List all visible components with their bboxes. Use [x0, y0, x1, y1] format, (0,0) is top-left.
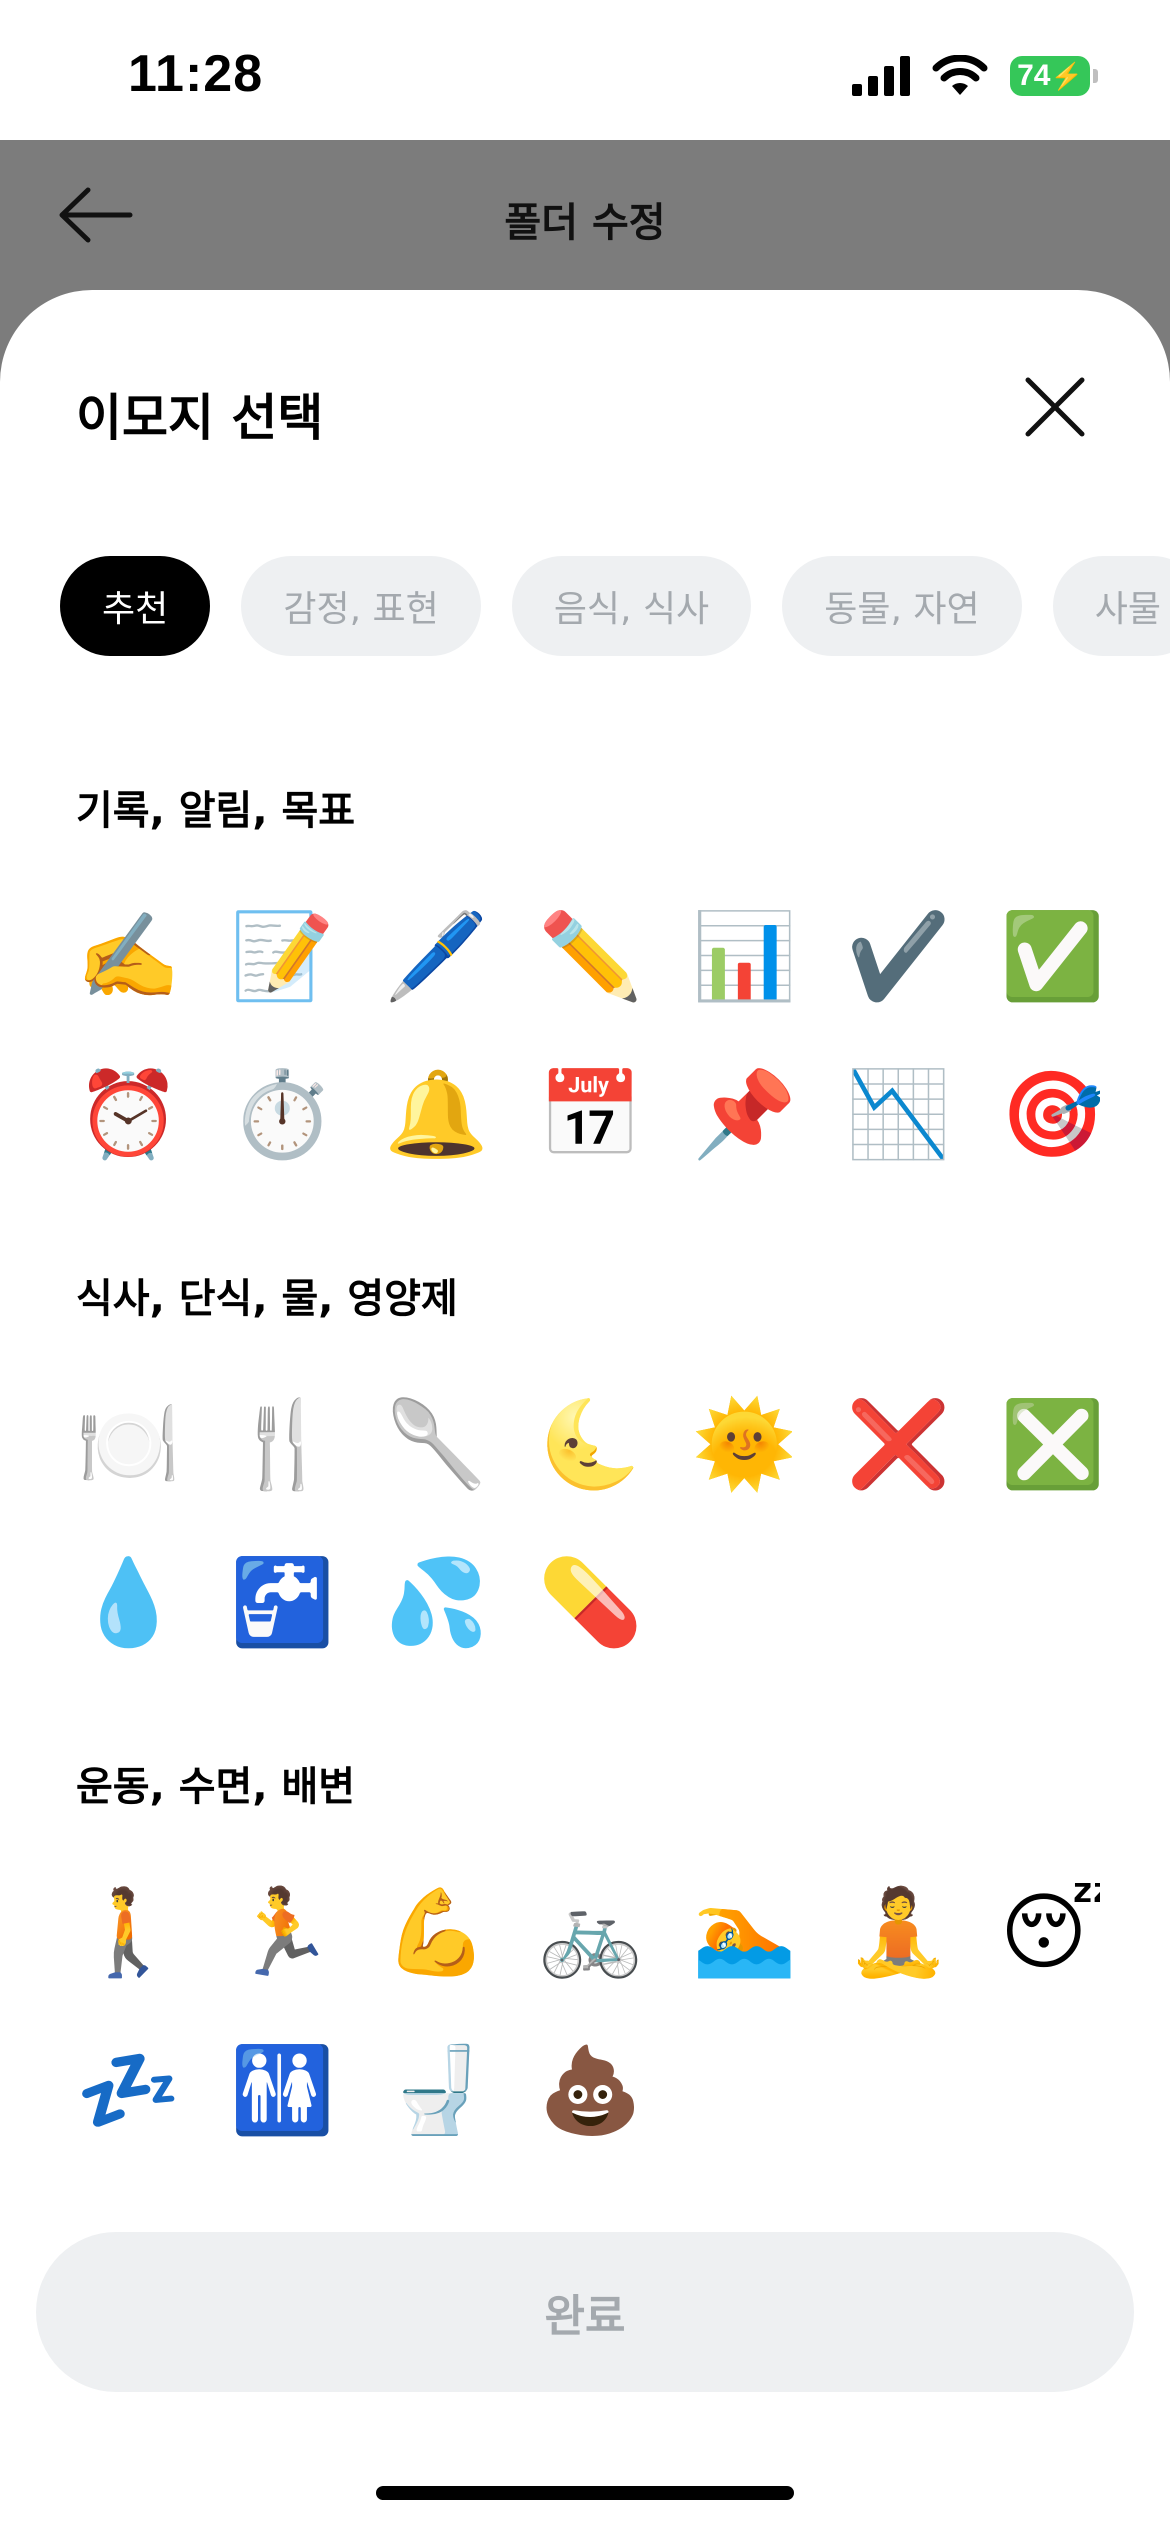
bicycle-emoji[interactable]: 🚲: [538, 1882, 638, 1982]
check-mark-emoji[interactable]: ✔️: [846, 906, 946, 1006]
running-emoji[interactable]: 🏃: [230, 1882, 330, 1982]
fork-knife-emoji[interactable]: 🍴: [230, 1394, 330, 1494]
chart-decreasing-emoji[interactable]: 📉: [846, 1064, 946, 1164]
writing-hand-emoji[interactable]: ✍️: [76, 906, 176, 1006]
section-meals: 식사, 단식, 물, 영양제 🍽️ 🍴 🥄 🌜 🌞 ❌ ❎ 💧 🚰 💦 💊: [76, 1266, 1170, 1652]
page-title: 폴더 수정: [504, 200, 666, 246]
status-time: 11:28: [128, 45, 264, 103]
bell-emoji[interactable]: 🔔: [384, 1064, 484, 1164]
emoji-grid: ✍️ 📝 🖊️ ✏️ 📊 ✔️ ✅ ⏰ ⏱️ 🔔 📅 📌 📉 🎯: [76, 906, 1170, 1164]
tab-animal-nature[interactable]: 동물, 자연: [782, 556, 1022, 656]
pushpin-emoji[interactable]: 📌: [692, 1064, 792, 1164]
section-exercise: 운동, 수면, 배변 🚶 🏃 💪 🚲 🏊 🧘 😴 💤 🚻 🚽 💩: [76, 1754, 1170, 2140]
emoji-grid: 🍽️ 🍴 🥄 🌜 🌞 ❌ ❎ 💧 🚰 💦 💊: [76, 1394, 1170, 1652]
check-box-emoji[interactable]: ✅: [1000, 906, 1100, 1006]
status-bar: 11:28 74 ⚡: [0, 0, 1170, 140]
tab-objects[interactable]: 사물: [1052, 556, 1170, 656]
tab-food[interactable]: 음식, 식사: [511, 556, 752, 656]
bar-chart-emoji[interactable]: 📊: [692, 906, 792, 1006]
flexed-biceps-emoji[interactable]: 💪: [384, 1882, 484, 1982]
section-records: 기록, 알림, 목표 ✍️ 📝 🖊️ ✏️ 📊 ✔️ ✅ ⏰ ⏱️ 🔔 📅 📌 …: [76, 778, 1170, 1164]
target-emoji[interactable]: 🎯: [1000, 1064, 1100, 1164]
zzz-emoji[interactable]: 💤: [76, 2040, 176, 2140]
pen-emoji[interactable]: 🖊️: [384, 906, 484, 1006]
home-indicator: [376, 2486, 794, 2500]
stopwatch-emoji[interactable]: ⏱️: [230, 1064, 330, 1164]
pencil-emoji[interactable]: ✏️: [538, 906, 638, 1006]
sun-emoji[interactable]: 🌞: [692, 1394, 792, 1494]
app-header: 폴더 수정: [0, 140, 1170, 290]
calendar-emoji[interactable]: 📅: [538, 1064, 638, 1164]
cellular-signal-icon: [852, 56, 910, 96]
sleeping-face-emoji[interactable]: 😴: [1000, 1882, 1100, 1982]
meditation-emoji[interactable]: 🧘: [846, 1882, 946, 1982]
done-button[interactable]: 완료: [36, 2232, 1134, 2392]
memo-emoji[interactable]: 📝: [230, 906, 330, 1006]
swimming-emoji[interactable]: 🏊: [692, 1882, 792, 1982]
cross-box-emoji[interactable]: ❎: [1000, 1394, 1100, 1494]
walking-emoji[interactable]: 🚶: [76, 1882, 176, 1982]
tab-emotion[interactable]: 감정, 표현: [241, 556, 481, 656]
section-title: 기록, 알림, 목표: [76, 788, 356, 834]
tab-recommended[interactable]: 추천: [60, 556, 211, 656]
toilet-emoji[interactable]: 🚽: [384, 2040, 484, 2140]
charging-bolt-icon: ⚡: [1050, 60, 1083, 91]
restroom-emoji[interactable]: 🚻: [230, 2040, 330, 2140]
section-title: 식사, 단식, 물, 영양제: [76, 1276, 458, 1322]
moon-emoji[interactable]: 🌜: [538, 1394, 638, 1494]
status-icons: 74 ⚡: [852, 54, 1098, 98]
plate-emoji[interactable]: 🍽️: [76, 1394, 176, 1494]
battery-level: 74: [1017, 59, 1051, 92]
alarm-clock-emoji[interactable]: ⏰: [76, 1064, 176, 1164]
emoji-picker-sheet: 이모지 선택 추천 감정, 표현 음식, 식사 동물, 자연 사물 기록, 알림…: [0, 290, 1170, 2532]
close-icon[interactable]: [1022, 374, 1088, 440]
battery-icon: 74 ⚡: [1010, 56, 1098, 96]
pill-emoji[interactable]: 💊: [538, 1552, 638, 1652]
sheet-title: 이모지 선택: [76, 389, 324, 447]
cross-mark-emoji[interactable]: ❌: [846, 1394, 946, 1494]
wifi-icon: [932, 55, 988, 95]
sweat-droplets-emoji[interactable]: 💦: [384, 1552, 484, 1652]
emoji-grid: 🚶 🏃 💪 🚲 🏊 🧘 😴 💤 🚻 🚽 💩: [76, 1882, 1170, 2140]
poop-emoji[interactable]: 💩: [538, 2040, 638, 2140]
water-tap-emoji[interactable]: 🚰: [230, 1552, 330, 1652]
category-tabs: 추천 감정, 표현 음식, 식사 동물, 자연 사물: [60, 556, 1170, 656]
droplet-emoji[interactable]: 💧: [76, 1552, 176, 1652]
spoon-emoji[interactable]: 🥄: [384, 1394, 484, 1494]
section-title: 운동, 수면, 배변: [76, 1764, 356, 1810]
